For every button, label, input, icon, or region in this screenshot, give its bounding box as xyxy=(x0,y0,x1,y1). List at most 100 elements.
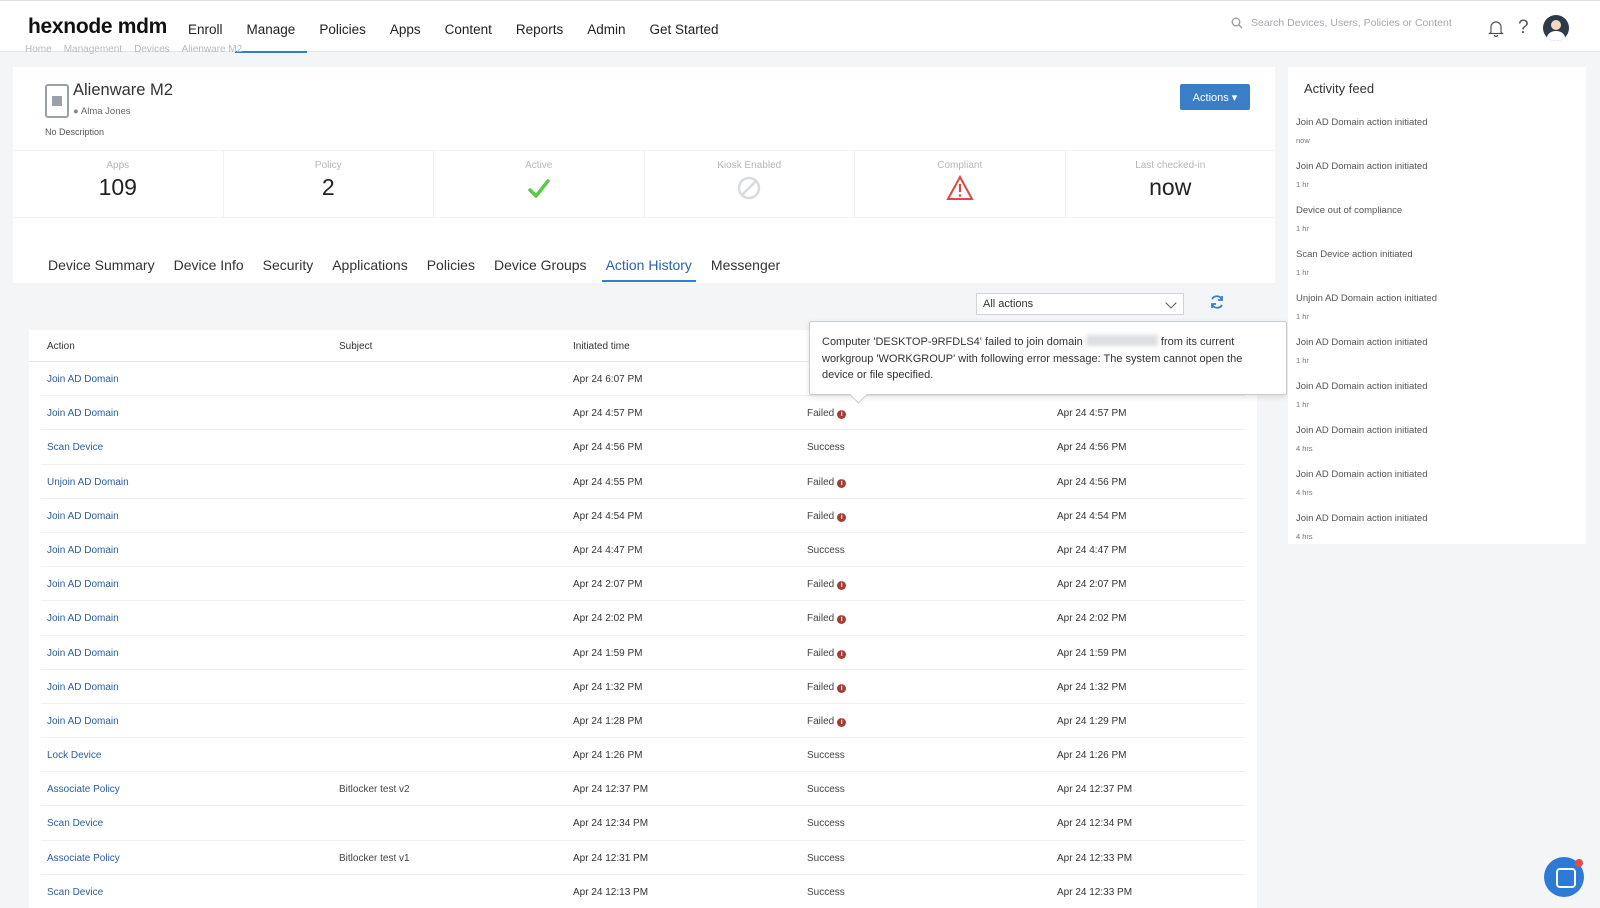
row-action[interactable]: Join AD Domain xyxy=(47,716,119,727)
row-action[interactable]: Lock Device xyxy=(47,750,101,761)
info-icon[interactable]: i xyxy=(837,512,847,522)
stat-kiosk: Kiosk Enabled xyxy=(645,151,855,217)
stat-last-checkin: Last checked-in now xyxy=(1066,151,1276,217)
refresh-icon[interactable] xyxy=(1209,294,1225,310)
row-action[interactable]: Join AD Domain xyxy=(47,682,119,693)
nav-policies[interactable]: Policies xyxy=(307,1,378,53)
nav-get-started[interactable]: Get Started xyxy=(637,1,730,53)
avatar[interactable] xyxy=(1542,15,1569,41)
breadcrumb-management[interactable]: Management xyxy=(64,44,122,55)
help-icon[interactable]: ? xyxy=(1518,18,1529,38)
row-completed-time: Apr 24 2:07 PM xyxy=(1057,579,1127,591)
actions-button[interactable]: Actions ▾ xyxy=(1180,84,1250,110)
row-action[interactable]: Join AD Domain xyxy=(47,545,119,556)
device-user[interactable]: ● Alma Jones xyxy=(73,106,131,117)
info-icon[interactable]: i xyxy=(837,717,847,727)
stat-apps[interactable]: Apps 109 xyxy=(13,151,224,217)
stat-compliant-label: Compliant xyxy=(937,160,983,171)
row-action[interactable]: Scan Device xyxy=(47,818,103,829)
row-status: Success xyxy=(807,545,845,556)
row-initiated-time: Apr 24 12:34 PM xyxy=(573,818,649,830)
table-body: Join AD Domain Apr 24 6:07 PM Join AD Doma… xyxy=(29,362,1257,908)
nav-manage[interactable]: Manage xyxy=(234,1,308,53)
feed-item[interactable]: Join AD Domain action initiated 1 hr xyxy=(1296,337,1576,381)
actions-filter-select[interactable]: All actions xyxy=(976,293,1184,315)
row-action[interactable]: Join AD Domain xyxy=(47,579,119,590)
redacted-domain xyxy=(1085,335,1158,346)
info-icon[interactable]: i xyxy=(837,581,847,591)
windows-device-icon xyxy=(45,84,69,118)
tab-device-summary[interactable]: Device Summary xyxy=(44,253,159,282)
stat-active-label: Active xyxy=(525,160,553,171)
feed-item[interactable]: Join AD Domain action initiated 1 hr xyxy=(1296,161,1576,205)
info-icon[interactable]: i xyxy=(837,615,847,625)
search-input[interactable] xyxy=(1251,17,1461,29)
row-completed-time: Apr 24 12:33 PM xyxy=(1057,852,1133,864)
info-icon[interactable]: i xyxy=(837,478,847,488)
col-initiated-time[interactable]: Initiated time xyxy=(573,341,630,352)
table-row: Lock Device Apr 24 1:26 PM Success Apr 24 1… xyxy=(41,738,1245,773)
row-status: Success xyxy=(807,853,845,864)
stat-checkin-label: Last checked-in xyxy=(1135,160,1206,171)
feed-item[interactable]: Join AD Domain action initiated 4 hrs xyxy=(1296,513,1576,544)
feed-item-time: 4 hrs xyxy=(1296,444,1313,453)
breadcrumb-devices[interactable]: Devices xyxy=(134,44,170,55)
row-status-text: Failed xyxy=(807,647,835,659)
row-action[interactable]: Join AD Domain xyxy=(47,408,119,419)
tab-security[interactable]: Security xyxy=(259,253,318,282)
info-icon[interactable]: i xyxy=(837,410,847,420)
tab-policies[interactable]: Policies xyxy=(423,253,479,282)
col-subject[interactable]: Subject xyxy=(339,341,372,352)
row-action[interactable]: Scan Device xyxy=(47,887,103,898)
hexnode-logo[interactable]: hexnode mdm xyxy=(28,15,167,39)
feed-item[interactable]: Join AD Domain action initiated now xyxy=(1296,117,1576,161)
tab-action-history[interactable]: Action History xyxy=(601,253,697,282)
chat-bubble-icon[interactable] xyxy=(1544,857,1584,897)
row-action[interactable]: Scan Device xyxy=(47,442,103,453)
row-action[interactable]: Associate Policy xyxy=(47,784,120,795)
row-initiated-time: Apr 24 4:54 PM xyxy=(573,510,643,522)
tab-applications[interactable]: Applications xyxy=(328,253,412,282)
feed-item[interactable]: Join AD Domain action initiated 4 hrs xyxy=(1296,469,1576,513)
table-row: Join AD Domain Apr 24 1:28 PM Failed i Apr 2… xyxy=(41,704,1245,739)
row-action[interactable]: Join AD Domain xyxy=(47,374,119,385)
feed-item[interactable]: Device out of compliance 1 hr xyxy=(1296,205,1576,249)
feed-item[interactable]: Unjoin AD Domain action initiated 1 hr xyxy=(1296,293,1576,337)
feed-item[interactable]: Join AD Domain action initiated 4 hrs xyxy=(1296,425,1576,469)
tab-device-info[interactable]: Device Info xyxy=(170,253,248,282)
table-row: Associate Policy Bitlocker test v2 Apr 24 … xyxy=(41,772,1245,807)
row-action[interactable]: Associate Policy xyxy=(47,853,120,864)
tab-messenger[interactable]: Messenger xyxy=(707,253,784,282)
row-status-text: Success xyxy=(807,852,845,864)
row-action[interactable]: Join AD Domain xyxy=(47,511,119,522)
row-action[interactable]: Join AD Domain xyxy=(47,648,119,659)
feed-item[interactable]: Scan Device action initiated 1 hr xyxy=(1296,249,1576,293)
col-action[interactable]: Action xyxy=(47,341,75,352)
feed-item[interactable]: Join AD Domain action initiated 1 hr xyxy=(1296,381,1576,425)
row-action[interactable]: Join AD Domain xyxy=(47,613,119,624)
tab-device-groups[interactable]: Device Groups xyxy=(490,253,591,282)
row-status: Success xyxy=(807,442,845,453)
stat-compliant: Compliant xyxy=(855,151,1066,217)
nav-content[interactable]: Content xyxy=(433,1,504,53)
feed-item-text: Join AD Domain action initiated xyxy=(1296,161,1428,172)
row-action[interactable]: Unjoin AD Domain xyxy=(47,477,129,488)
feed-item-time: 1 hr xyxy=(1296,180,1309,189)
feed-item-time: 1 hr xyxy=(1296,312,1309,321)
row-status: Failed i xyxy=(807,647,847,659)
info-icon[interactable]: i xyxy=(837,683,847,693)
row-initiated-time: Apr 24 4:57 PM xyxy=(573,408,643,420)
nav-reports[interactable]: Reports xyxy=(504,1,575,53)
bell-icon[interactable] xyxy=(1488,19,1504,37)
stat-active: Active xyxy=(434,151,645,217)
nav-apps[interactable]: Apps xyxy=(378,1,433,53)
row-completed-time: Apr 24 4:56 PM xyxy=(1057,442,1127,454)
breadcrumb-home[interactable]: Home xyxy=(25,44,52,55)
info-icon[interactable]: i xyxy=(837,649,847,659)
nav-admin[interactable]: Admin xyxy=(575,1,637,53)
search-icon xyxy=(1231,17,1243,29)
stat-apps-label: Apps xyxy=(106,160,130,171)
row-status-text: Failed xyxy=(807,613,835,625)
row-initiated-time: Apr 24 4:55 PM xyxy=(573,476,643,488)
stat-policy[interactable]: Policy 2 xyxy=(224,151,434,217)
